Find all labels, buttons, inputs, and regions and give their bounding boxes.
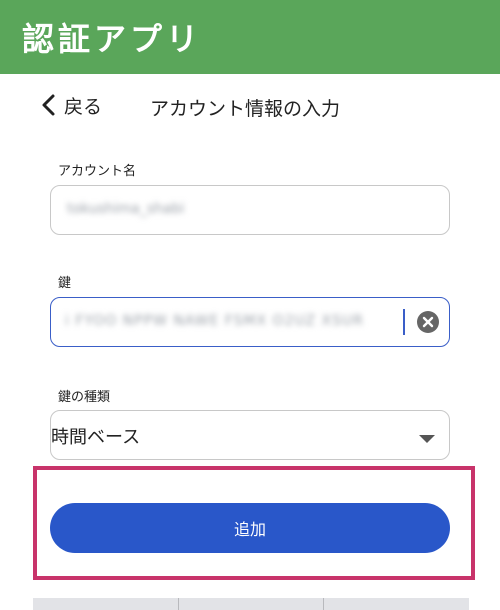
app-screen: 認証アプリ 戻る アカウント情報の入力 アカウント名 tokushima_sha… [0,0,500,610]
keyboard-panel [33,598,469,610]
key-type-selected-text: 時間ベース [51,427,141,448]
key-field[interactable]: i FYOO NPPW NAWE FSMX O2UZ XSUR [50,297,450,347]
chevron-left-icon [38,90,62,120]
key-type-label: 鍵の種類 [58,390,111,405]
text-caret [403,309,405,335]
screen-title: アカウント情報の入力 [150,98,341,120]
navigation-row: 戻る アカウント情報の入力 [0,84,500,126]
panel-divider [323,598,324,610]
key-type-select[interactable]: 時間ベース [50,410,450,460]
account-name-label: アカウント名 [58,164,137,179]
account-name-value: tokushima_shabi [67,201,185,217]
caret-down-icon [417,430,437,443]
back-button[interactable]: 戻る [38,90,102,120]
app-bar: 認証アプリ [0,0,500,74]
key-label: 鍵 [58,276,72,291]
add-button[interactable]: 追加 [50,503,450,553]
app-title: 認証アプリ [22,20,203,58]
key-value: i FYOO NPPW NAWE FSMX O2UZ XSUR [65,313,364,329]
key-type-selected-value: 時間ベース [51,423,140,449]
account-name-field[interactable]: tokushima_shabi [50,185,450,235]
panel-divider [178,598,179,610]
back-label: 戻る [64,95,103,118]
clear-circle-icon[interactable] [417,311,439,333]
